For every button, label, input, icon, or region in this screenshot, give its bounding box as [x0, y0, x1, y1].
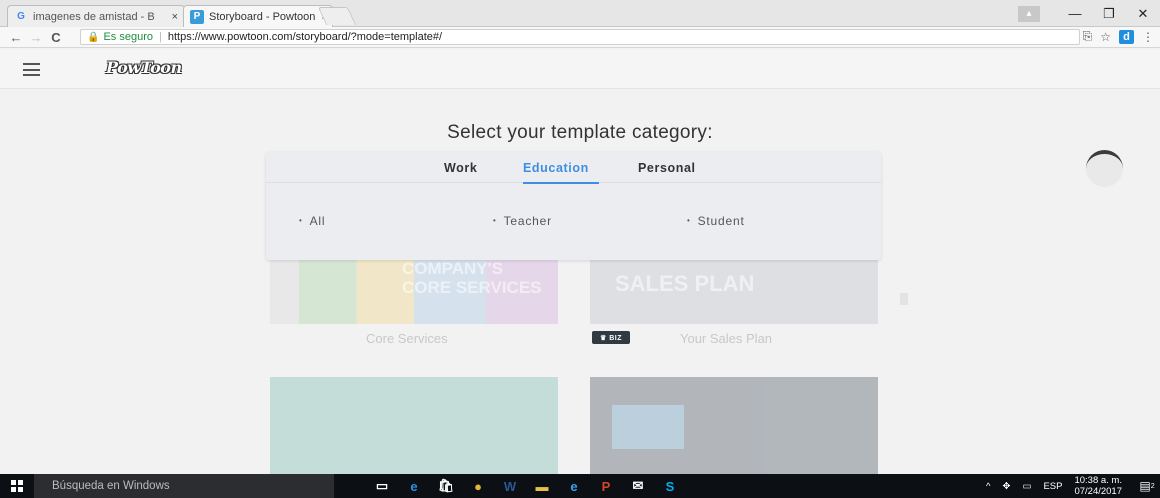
close-window-button[interactable]: ✕	[1126, 6, 1160, 22]
subcategory-label: Student	[697, 214, 745, 228]
template-card-4[interactable]	[590, 377, 878, 474]
explorer-icon[interactable]: ▬	[526, 474, 558, 498]
subcategory-student[interactable]: • Student	[687, 214, 745, 228]
window-controls: ▴ — ❐ ✕	[1018, 0, 1160, 27]
store-icon[interactable]: 🛍	[430, 474, 462, 498]
clock-date: 07/24/2017	[1074, 486, 1122, 497]
minimize-button[interactable]: —	[1058, 6, 1092, 21]
taskbar-search-input[interactable]: Búsqueda en Windows	[34, 474, 334, 498]
bullet-icon: •	[687, 216, 691, 225]
tab-title: Storyboard - Powtoon	[209, 10, 316, 23]
taskbar-app-glyph: W	[503, 478, 517, 494]
clock-time: 10:38 a. m.	[1074, 475, 1122, 486]
app-header: PowToon	[0, 49, 1160, 89]
windows-logo-icon	[11, 480, 23, 492]
biz-badge: ♛ BIZ	[592, 331, 630, 344]
powtoon-logo[interactable]: PowToon	[106, 58, 182, 77]
lock-icon: 🔒	[87, 31, 100, 43]
close-tab-icon[interactable]: ×	[166, 11, 178, 23]
taskbar-app-glyph: ✉	[632, 478, 644, 493]
tab-title: imagenes de amistad - B	[33, 10, 155, 23]
taskbar-clock[interactable]: 10:38 a. m. 07/24/2017	[1074, 475, 1122, 497]
notification-center-icon[interactable]: ▤ 2	[1134, 474, 1160, 498]
tab-education[interactable]: Education	[523, 161, 589, 175]
category-tabs: Work Education Personal	[266, 152, 881, 184]
bullet-icon: •	[493, 216, 497, 225]
mail-icon[interactable]: ✉	[622, 474, 654, 498]
taskbar-app-glyph: ●	[474, 478, 482, 494]
browser-toolbar: ← → C 🔒 Es seguro | https://www.powtoon.…	[0, 27, 1160, 48]
edge-icon[interactable]: e	[398, 474, 430, 498]
page-title: Select your template category:	[447, 122, 713, 143]
template-card-title: Your Sales Plan	[680, 331, 773, 346]
tab-work[interactable]: Work	[444, 161, 477, 175]
profile-icon[interactable]: ▴	[1018, 5, 1040, 22]
back-button[interactable]: ←	[6, 30, 26, 45]
task-view-icon[interactable]: ▭	[366, 474, 398, 498]
hamburger-menu-icon[interactable]	[23, 63, 40, 76]
template-card-title: Core Services	[366, 331, 448, 346]
word-icon[interactable]: W	[494, 474, 526, 498]
battery-icon[interactable]: ▭	[1022, 481, 1031, 492]
bookmark-star-icon[interactable]: ☆	[1100, 30, 1111, 44]
secure-label: Es seguro	[103, 31, 153, 43]
reload-button[interactable]: C	[46, 30, 66, 45]
template-card-3[interactable]	[270, 377, 558, 474]
bullet-icon: •	[299, 216, 303, 225]
network-icon[interactable]: ✥	[1002, 481, 1010, 492]
taskbar-app-glyph: 🛍	[437, 478, 455, 493]
browser-tab-strip: G imagenes de amistad - B × P Storyboard…	[0, 0, 1160, 27]
language-indicator[interactable]: ESP	[1043, 481, 1062, 492]
taskbar-app-glyph: e	[570, 478, 578, 494]
google-favicon-icon: G	[17, 11, 25, 22]
extension-d-icon[interactable]: d	[1119, 29, 1134, 44]
subcategory-label: Teacher	[503, 214, 552, 228]
notification-count: 2	[1150, 482, 1155, 490]
start-button[interactable]	[0, 474, 34, 498]
browser-tab-storyboard[interactable]: P Storyboard - Powtoon ×	[183, 5, 333, 27]
taskbar-app-glyph: S	[665, 478, 675, 494]
address-bar[interactable]: 🔒 Es seguro | https://www.powtoon.com/st…	[80, 29, 1080, 45]
scroll-arrow-icon	[900, 293, 908, 305]
tab-personal[interactable]: Personal	[638, 161, 696, 175]
template-card-art-text: SALES PLAN	[615, 271, 755, 296]
chrome-menu-icon[interactable]: ⋮	[1142, 30, 1154, 44]
subcategory-label: All	[309, 214, 326, 228]
taskbar-app-glyph: P	[601, 478, 611, 494]
taskbar-app-glyph: e	[410, 478, 418, 494]
chrome-icon[interactable]: ●	[462, 474, 494, 498]
windows-taskbar: Búsqueda en Windows ▭ e 🛍 ● W ▬ e P ✉ S ^ ✥ ▭ ESP…	[0, 474, 1160, 498]
taskbar-app-glyph: ▬	[535, 478, 549, 494]
category-panel: Work Education Personal • All • Teacher • S…	[266, 152, 881, 260]
subcategory-teacher[interactable]: • Teacher	[493, 214, 552, 228]
system-tray: ^ ✥ ▭ ESP 10:38 a. m. 07/24/2017 ▤ 2	[986, 474, 1160, 498]
template-card-art-text: COMPANY'S CORE SERVICES	[402, 259, 542, 297]
maximize-button[interactable]: ❐	[1092, 6, 1126, 22]
page-content: PowToon Select your template category: C…	[0, 49, 1160, 474]
url-text: https://www.powtoon.com/storyboard/?mode…	[167, 31, 443, 43]
powtoon-favicon-icon: P	[190, 9, 204, 24]
forward-button[interactable]: →	[26, 30, 46, 45]
browser-tab-amistad[interactable]: G imagenes de amistad - B ×	[7, 5, 185, 27]
subcategory-all[interactable]: • All	[299, 214, 325, 228]
translate-icon[interactable]: ⎘	[1083, 29, 1093, 44]
avatar[interactable]	[1086, 150, 1123, 187]
powerpoint-icon[interactable]: P	[590, 474, 622, 498]
taskbar-app-glyph: ▭	[375, 478, 389, 493]
tray-chevron-icon[interactable]: ^	[986, 481, 990, 492]
skype-icon[interactable]: S	[654, 474, 686, 498]
address-separator: |	[158, 31, 162, 43]
ie-icon[interactable]: e	[558, 474, 590, 498]
active-tab-indicator	[523, 182, 599, 184]
